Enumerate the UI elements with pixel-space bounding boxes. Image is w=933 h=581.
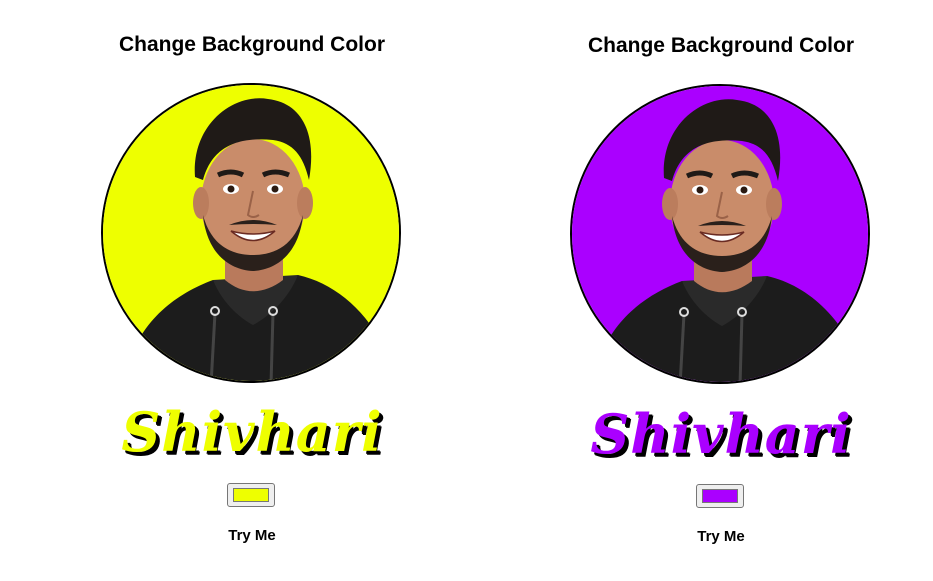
try-me-button[interactable]: Try Me — [97, 527, 407, 544]
person-photo-icon — [103, 85, 399, 381]
avatar — [101, 83, 401, 383]
name-label: Shivhari — [590, 402, 852, 466]
page-title: Change Background Color — [587, 34, 855, 57]
color-swatch — [702, 489, 738, 503]
color-swatch — [233, 488, 269, 502]
card-right: Change Background Color Shivhari Try Me — [566, 0, 876, 581]
avatar — [570, 84, 870, 384]
name-label: Shivhari — [121, 400, 383, 464]
person-photo-icon — [572, 86, 868, 382]
color-picker[interactable] — [696, 484, 744, 508]
page-title: Change Background Color — [118, 33, 386, 56]
color-picker[interactable] — [227, 483, 275, 507]
try-me-button[interactable]: Try Me — [566, 528, 876, 545]
card-left: Change Background Color Shivhari Try Me — [97, 0, 407, 581]
